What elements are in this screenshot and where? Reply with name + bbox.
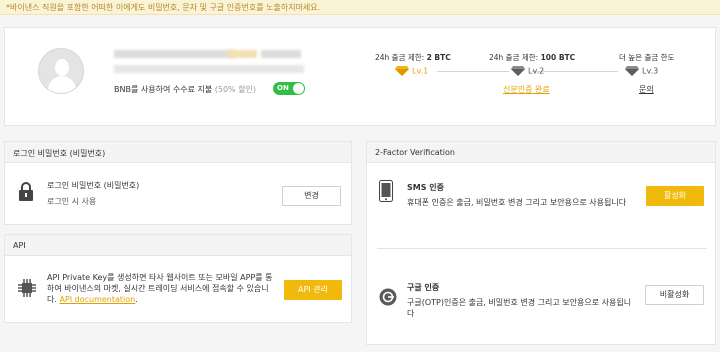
profile-card: BNB를 사용하여 수수료 지불 (50% 할인) ON 24h 출금 제한: … [4,27,716,126]
api-header: API [5,235,351,256]
level-2: Lv.2 [511,66,544,76]
api-card: API API Private Key를 생성하면 타사 웹사이트 또는 모바일… [4,234,352,323]
two-factor-card: 2-Factor Verification SMS 인증 휴대폰 인증은 출금,… [366,141,716,345]
divider [377,248,707,249]
avatar [38,48,84,94]
two-factor-header: 2-Factor Verification [367,142,715,163]
level-3: Lv.3 [625,66,658,76]
google-disable-button[interactable]: 비활성화 [645,285,704,305]
redacted-user-id [114,65,304,73]
login-password-desc: 로그인 시 사용 [47,197,97,206]
login-password-title: 로그인 비밀번호 (비밀번호) [47,181,140,190]
api-manage-button[interactable]: API 관리 [284,280,342,300]
level-3-limit: 더 높은 출금 한도 [619,53,675,62]
toggle-label: ON [277,84,289,92]
level-1-limit: 24h 출금 제한: 2 BTC [375,53,451,62]
level-1: Lv.1 [395,66,428,76]
grey-diamond-icon [625,66,639,76]
mobile-phone-icon [379,180,393,202]
bnb-fee-toggle[interactable]: ON [273,82,305,95]
bnb-fee-option: BNB를 사용하여 수수료 지불 (50% 할인) [114,84,256,95]
security-notice-banner: *바이낸스 직원을 포함한 어떠한 이에게도 비밀번호, 문자 및 구글 인증번… [0,0,720,15]
google-authenticator-icon [379,288,397,306]
sms-enable-button[interactable]: 활성화 [646,186,704,206]
bnb-discount: (50% 할인) [214,85,257,94]
grey-diamond-icon [511,66,525,76]
redacted-email [114,50,234,58]
chip-icon [18,279,36,297]
change-password-button[interactable]: 변경 [282,186,341,206]
level-2-limit: 24h 출금 제한: 100 BTC [489,53,576,62]
identity-verified-link[interactable]: 신분인증 완료 [503,84,550,95]
gold-diamond-icon [395,66,409,76]
redacted-email-part [227,50,257,58]
login-password-header: 로그인 비밀번호 (비밀번호) [5,142,351,163]
sms-auth-desc: 휴대폰 인증은 출금, 비밀번호 변경 그리고 보안용으로 사용됩니다 [407,198,627,207]
redacted-email-part [261,50,301,58]
level-connector [532,71,618,72]
sms-auth-title: SMS 인증 [407,183,444,192]
contact-link[interactable]: 문의 [639,84,654,95]
level-connector [437,71,509,72]
api-documentation-link[interactable]: API documentation [59,295,135,304]
toggle-knob [293,83,304,94]
api-description: API Private Key를 생성하면 타사 웹사이트 또는 모바일 APP… [47,273,273,304]
google-auth-desc: 구글(OTP)인증은 출금, 비밀번호 변경 그리고 보안용으로 사용됩니다 [407,298,632,318]
google-auth-title: 구글 인증 [407,283,440,292]
bnb-fee-label: BNB를 사용하여 수수료 지불 [114,85,213,94]
login-password-card: 로그인 비밀번호 (비밀번호) 로그인 비밀번호 (비밀번호) 로그인 시 사용… [4,141,352,225]
lock-icon [19,182,33,201]
